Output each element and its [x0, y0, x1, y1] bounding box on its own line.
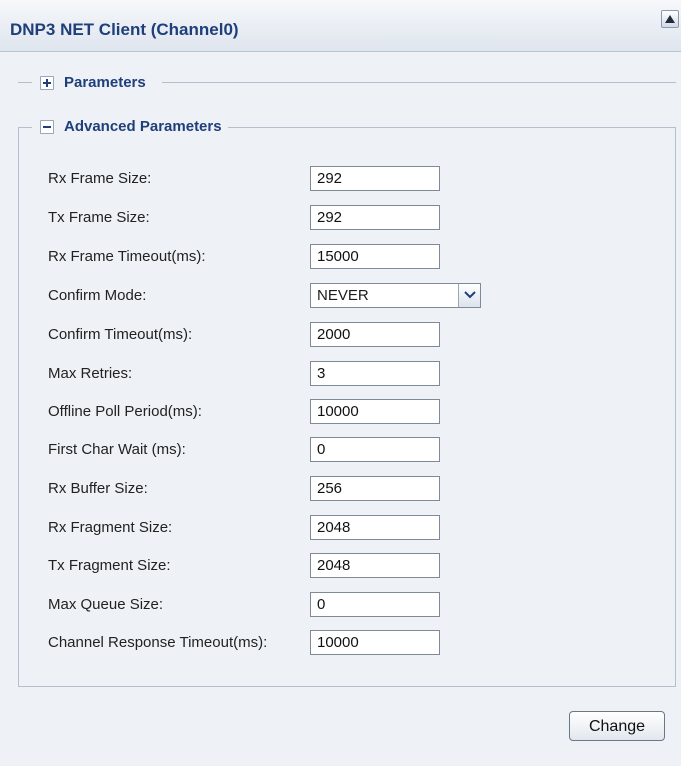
field-label: First Char Wait (ms): [48, 441, 186, 458]
field-label: Confirm Mode: [48, 287, 147, 304]
change-button[interactable]: Change [569, 711, 665, 741]
first-char-wait-input[interactable] [310, 437, 440, 462]
confirm-mode-select[interactable]: NEVER [310, 283, 481, 308]
confirm-timeout-input[interactable] [310, 322, 440, 347]
field-label: Offline Poll Period(ms): [48, 403, 202, 420]
field-row-offline-poll-period: Offline Poll Period(ms): [0, 399, 681, 425]
minus-icon [43, 126, 51, 128]
collapse-panel-button[interactable] [661, 10, 679, 28]
field-row-rx-fragment-size: Rx Fragment Size: [0, 515, 681, 541]
field-row-tx-frame-size: Tx Frame Size: [0, 205, 681, 231]
field-row-rx-frame-timeout: Rx Frame Timeout(ms): [0, 244, 681, 270]
rx-buffer-size-input[interactable] [310, 476, 440, 501]
dropdown-button[interactable] [458, 284, 480, 307]
expand-parameters-toggle[interactable] [40, 76, 54, 90]
field-row-first-char-wait: First Char Wait (ms): [0, 437, 681, 463]
confirm-mode-value: NEVER [317, 287, 369, 304]
field-row-confirm-timeout: Confirm Timeout(ms): [0, 322, 681, 348]
divider [162, 82, 676, 83]
panel-header: DNP3 NET Client (Channel0) [0, 0, 681, 52]
max-retries-input[interactable] [310, 361, 440, 386]
field-label: Max Queue Size: [48, 596, 164, 613]
tx-frame-size-input[interactable] [310, 205, 440, 230]
field-label: Channel Response Timeout(ms): [48, 634, 268, 651]
field-label: Max Retries: [48, 365, 133, 382]
field-label: Rx Frame Timeout(ms): [48, 248, 206, 265]
field-row-max-retries: Max Retries: [0, 361, 681, 387]
offline-poll-period-input[interactable] [310, 399, 440, 424]
advanced-parameters-section-label[interactable]: Advanced Parameters [64, 118, 222, 135]
channel-response-timeout-input[interactable] [310, 630, 440, 655]
field-row-tx-fragment-size: Tx Fragment Size: [0, 553, 681, 579]
field-label: Tx Fragment Size: [48, 557, 171, 574]
max-queue-size-input[interactable] [310, 592, 440, 617]
field-label: Rx Fragment Size: [48, 519, 173, 536]
field-label: Rx Frame Size: [48, 170, 152, 187]
field-label: Confirm Timeout(ms): [48, 326, 193, 343]
field-row-rx-buffer-size: Rx Buffer Size: [0, 476, 681, 502]
rx-fragment-size-input[interactable] [310, 515, 440, 540]
tx-fragment-size-input[interactable] [310, 553, 440, 578]
collapse-advanced-parameters-toggle[interactable] [40, 120, 54, 134]
rx-frame-size-input[interactable] [310, 166, 440, 191]
divider [18, 82, 32, 83]
chevron-down-icon [464, 291, 476, 299]
field-row-max-queue-size: Max Queue Size: [0, 592, 681, 618]
field-row-channel-response-timeout: Channel Response Timeout(ms): [0, 630, 681, 656]
triangle-up-icon [665, 15, 675, 23]
field-row-rx-frame-size: Rx Frame Size: [0, 166, 681, 192]
panel-title: DNP3 NET Client (Channel0) [10, 20, 239, 39]
field-label: Rx Buffer Size: [48, 480, 148, 497]
field-label: Tx Frame Size: [48, 209, 150, 226]
parameters-section-label[interactable]: Parameters [64, 74, 146, 91]
field-row-confirm-mode: Confirm Mode: NEVER [0, 283, 681, 309]
rx-frame-timeout-input[interactable] [310, 244, 440, 269]
